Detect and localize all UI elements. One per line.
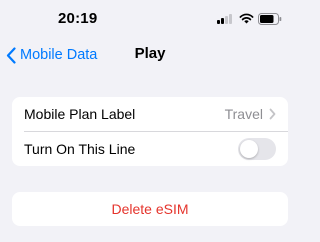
turn-on-line-row: Turn On This Line — [12, 132, 288, 166]
signal-icon — [217, 14, 233, 24]
wifi-icon — [239, 13, 254, 24]
mobile-plan-label-row[interactable]: Mobile Plan Label Travel — [12, 97, 288, 131]
battery-icon — [258, 13, 282, 25]
toggle-knob — [240, 140, 258, 158]
navigation-bar: Mobile Data Play — [0, 40, 300, 70]
status-bar: 20:19 — [0, 0, 300, 40]
delete-esim-button[interactable]: Delete eSIM — [12, 192, 288, 226]
mobile-plan-label-value-wrap: Travel — [225, 106, 276, 122]
delete-esim-label: Delete eSIM — [111, 201, 189, 217]
status-time: 20:19 — [58, 10, 98, 27]
turn-on-line-toggle[interactable] — [238, 138, 276, 160]
page-title: Play — [134, 45, 166, 62]
mobile-plan-label-value: Travel — [224, 106, 263, 122]
mobile-plan-label-title: Mobile Plan Label — [24, 106, 136, 122]
settings-group: Mobile Plan Label Travel Turn On This Li… — [12, 97, 288, 166]
turn-on-line-label: Turn On This Line — [24, 141, 136, 157]
chevron-right-icon — [269, 108, 276, 120]
